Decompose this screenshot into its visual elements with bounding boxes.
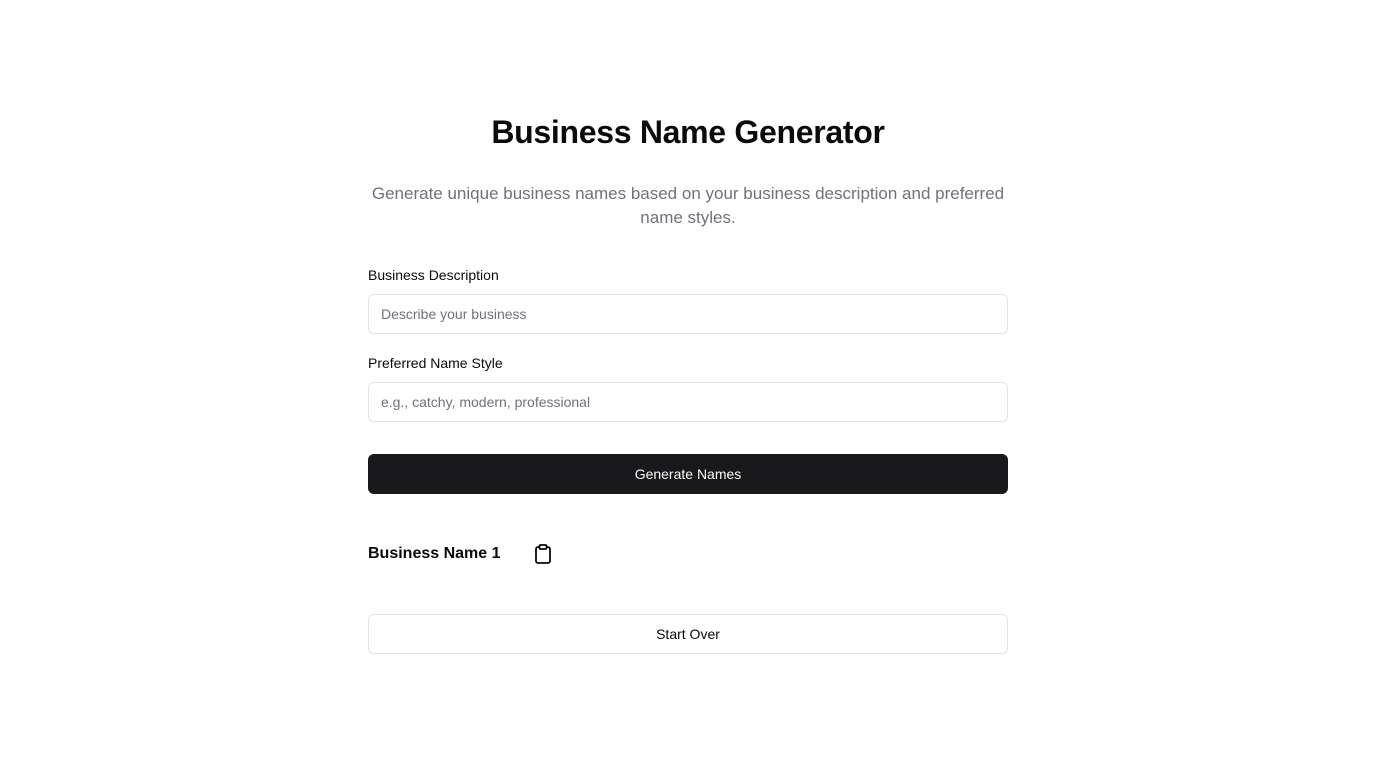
name-style-label: Preferred Name Style [368, 355, 503, 371]
generate-names-button[interactable]: Generate Names [368, 454, 1008, 494]
page-title: Business Name Generator [491, 114, 885, 150]
copy-button[interactable] [532, 542, 554, 566]
clipboard-icon [534, 544, 552, 564]
page: Business Name Generator Generate unique … [0, 0, 1376, 768]
page-subtitle: Generate unique business names based on … [371, 184, 1005, 227]
start-over-button[interactable]: Start Over [368, 614, 1008, 654]
business-description-input[interactable] [368, 294, 1008, 334]
business-description-label: Business Description [368, 267, 499, 283]
result-item: Business Name 1 [368, 540, 554, 568]
business-name-result: Business Name 1 [368, 545, 501, 562]
name-style-input[interactable] [368, 382, 1008, 422]
